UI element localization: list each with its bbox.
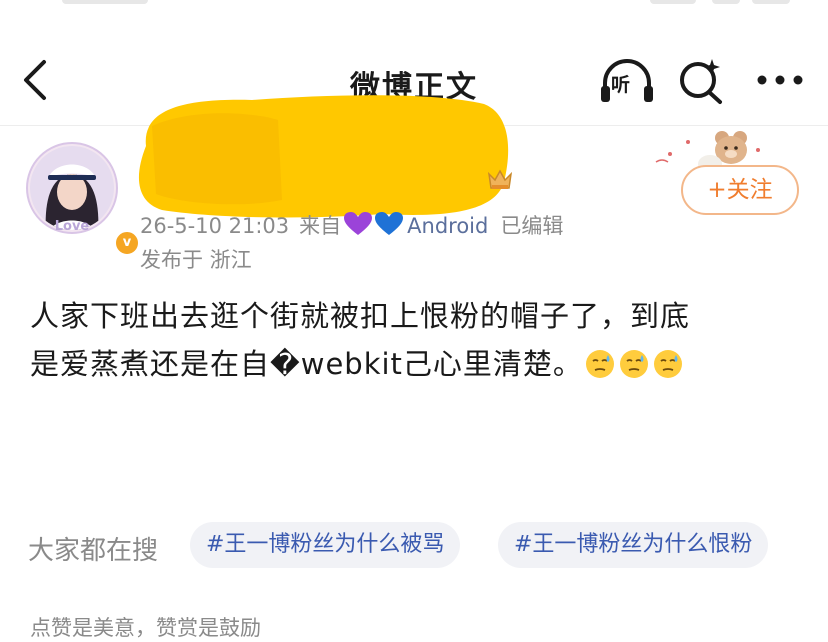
post-body: 人家下班出去逛个街就被扣上恨粉的帽子了，到底 是爱蒸煮还是在自�webkit己心… — [30, 292, 810, 388]
verified-badge: v — [114, 230, 140, 256]
battery-icon — [752, 0, 790, 4]
sweat-smile-emoji — [619, 350, 648, 378]
avatar-image: Love — [26, 142, 118, 234]
heart-purple-icon — [344, 212, 373, 235]
search-button[interactable] — [676, 56, 726, 106]
redacted-username[interactable] — [132, 86, 512, 222]
post-line: 人家下班出去逛个街就被扣上恨粉的帽子了，到底 — [30, 299, 691, 333]
signal-icon — [650, 0, 696, 4]
post-line-with-emoji: 是爱蒸煮还是在自�webkit己心里清楚。 — [30, 340, 810, 388]
trending-searches: 大家都在搜 #王一博粉丝为什么被骂 #王一博粉丝为什么恨粉 — [0, 522, 828, 570]
trending-label: 大家都在搜 — [28, 536, 159, 566]
search-sparkle-icon — [680, 59, 722, 104]
member-crown-icon — [487, 169, 513, 189]
listen-button[interactable]: 听 — [598, 56, 656, 106]
reward-prompt: 点赞是美意，赞赏是鼓励 — [30, 616, 261, 640]
author-header: Love v 26-5-10 21:03 来自 Android 已编辑 发布于 浙江… — [0, 95, 828, 272]
trending-chip[interactable]: #王一博粉丝为什么被骂 — [190, 522, 461, 568]
more-button[interactable] — [750, 60, 810, 100]
trending-chip[interactable]: #王一博粉丝为什么恨粉 — [498, 522, 769, 568]
heart-blue-icon — [375, 212, 404, 235]
listen-label: 听 — [611, 74, 631, 96]
sweat-smile-emoji — [653, 350, 682, 378]
post-meta: 26-5-10 21:03 来自 Android 已编辑 — [140, 210, 563, 242]
redaction-scribble — [138, 95, 509, 218]
post-line-text: 是爱蒸煮还是在自�webkit己心里清楚。 — [30, 347, 583, 381]
post-date: 26-5-10 21:03 — [140, 214, 290, 238]
edited-label[interactable]: 已编辑 — [500, 214, 563, 238]
status-time-fragment — [62, 0, 148, 4]
source-prefix: 来自 — [299, 214, 342, 238]
more-dots-icon — [757, 75, 803, 85]
svg-text:Love: Love — [55, 219, 90, 234]
post-location: 发布于 浙江 — [140, 248, 252, 272]
author-avatar[interactable]: Love v — [26, 142, 140, 256]
status-bar — [0, 0, 828, 8]
tail-hearts — [343, 211, 405, 242]
source-device[interactable]: Android — [407, 214, 488, 238]
sweat-smile-emoji — [585, 350, 614, 378]
wifi-icon — [712, 0, 740, 4]
follow-button[interactable]: +关注 — [681, 165, 799, 215]
